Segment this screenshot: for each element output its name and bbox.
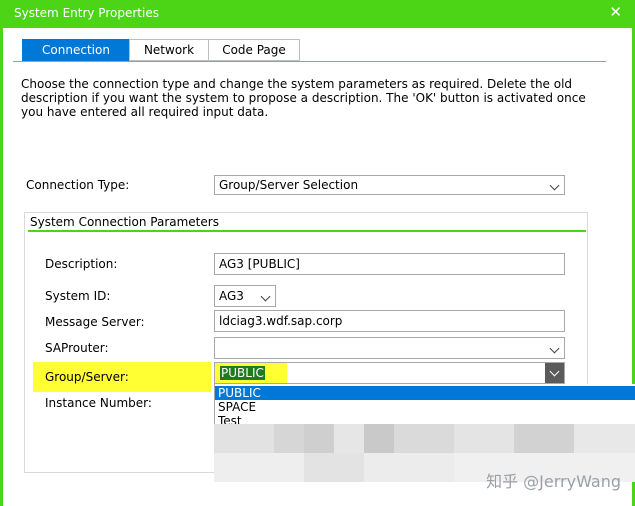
watermark: 知乎 @JerryWang [486,472,621,491]
description-input[interactable]: AG3 [PUBLIC] [214,253,565,275]
message-server-input[interactable]: ldciag3.wdf.sap.corp [214,310,565,332]
tab-underline [13,61,606,62]
chevron-down-icon [549,343,560,354]
group-server-value[interactable]: PUBLIC [220,366,265,380]
group-server-combobox[interactable]: PUBLIC [214,362,565,384]
chevron-down-icon [549,180,560,191]
system-id-label: System ID: [45,289,111,303]
connection-type-label: Connection Type: [26,178,130,192]
instructions-text: Choose the connection type and change th… [21,77,586,119]
group-server-dropdown-list: PUBLIC SPACE Test [214,384,635,428]
connection-type-select[interactable]: Group/Server Selection [214,175,565,195]
close-icon[interactable]: ✕ [609,5,622,20]
instance-number-label: Instance Number: [45,396,152,410]
chevron-down-icon [549,366,560,377]
system-id-value: AG3 [219,289,244,303]
connection-type-value: Group/Server Selection [219,178,359,192]
tab-network[interactable]: Network [129,39,209,61]
tab-connection[interactable]: Connection [22,39,130,61]
tab-code-page[interactable]: Code Page [208,39,300,61]
window-title: System Entry Properties [14,6,159,20]
group-title: System Connection Parameters [30,215,219,229]
title-bar: System Entry Properties ✕ [3,0,632,28]
dropdown-option-space[interactable]: SPACE [215,400,635,414]
saprouter-label: SAProuter: [45,341,109,355]
saprouter-select[interactable] [214,337,565,359]
dropdown-option-public[interactable]: PUBLIC [215,386,635,400]
group-title-underline [28,230,586,232]
message-server-label: Message Server: [45,315,145,329]
system-id-select[interactable]: AG3 [214,285,276,307]
chevron-down-icon [260,291,271,302]
group-server-dropdown-button[interactable] [545,363,564,383]
description-label: Description: [45,257,118,271]
group-server-label: Group/Server: [45,370,129,384]
